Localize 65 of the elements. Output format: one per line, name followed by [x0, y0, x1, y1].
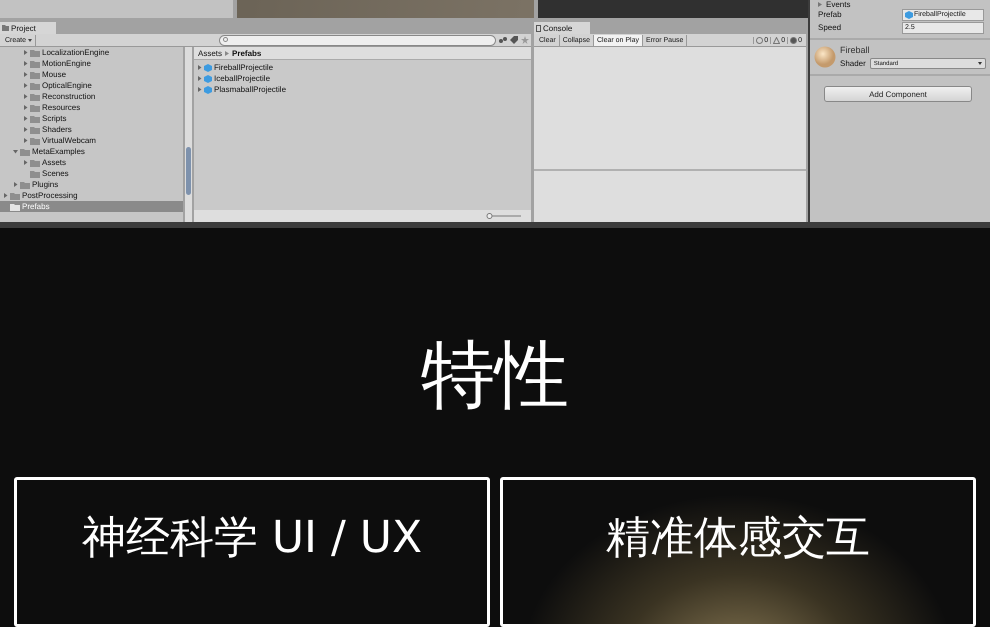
asset-item[interactable]: IceballProjectile: [194, 73, 531, 84]
add-component-button[interactable]: Add Component: [824, 86, 972, 102]
section-heading: 特性: [421, 338, 569, 412]
asset-item[interactable]: PlasmaballProjectile: [194, 84, 531, 95]
caret-icon: [28, 38, 32, 42]
slider-thumb[interactable]: [486, 213, 492, 219]
tree-item[interactable]: VirtualWebcam: [0, 135, 183, 146]
field-label: Prefab: [818, 10, 843, 19]
collapsed-arrow-icon[interactable]: [196, 87, 202, 92]
tree-item[interactable]: MotionEngine: [0, 58, 183, 69]
tree-item[interactable]: Reconstruction: [0, 91, 183, 102]
collapsed-arrow-icon[interactable]: [818, 2, 822, 6]
field-label: Speed: [818, 23, 842, 32]
search-field[interactable]: [219, 34, 496, 46]
collapsed-arrow-icon[interactable]: [22, 94, 28, 99]
scrollbar[interactable]: [185, 47, 192, 222]
project-tab[interactable]: Project: [0, 22, 56, 34]
tree-item[interactable]: Mouse: [0, 69, 183, 80]
zoom-slider[interactable]: [485, 213, 521, 219]
info-icon: [756, 36, 764, 44]
card-title: 神经科学 UI / UX: [82, 516, 422, 565]
collapsed-arrow-icon[interactable]: [22, 83, 28, 88]
tree-item[interactable]: MetaExamples: [0, 146, 183, 157]
card-title: 精准体感交互: [606, 516, 870, 565]
tree-item[interactable]: OpticalEngine: [0, 80, 183, 91]
tree-item[interactable]: LocalizationEngine: [0, 47, 183, 58]
collapsed-arrow-icon[interactable]: [22, 61, 28, 66]
tree-item[interactable]: Scenes: [0, 168, 183, 179]
collapsed-arrow-icon[interactable]: [22, 116, 28, 121]
folder-icon: [2, 25, 9, 31]
collapsed-arrow-icon[interactable]: [22, 105, 28, 110]
search-icon: [223, 37, 230, 43]
collapsed-arrow-icon[interactable]: [22, 160, 28, 165]
tree-item[interactable]: Plugins: [0, 179, 183, 190]
shader-label: Shader: [840, 59, 866, 68]
tree-item[interactable]: PostProcessing: [0, 190, 183, 201]
events-label[interactable]: Events: [826, 0, 850, 8]
collapsed-arrow-icon[interactable]: [22, 127, 28, 132]
tree-item[interactable]: Resources: [0, 102, 183, 113]
collapsed-arrow-icon[interactable]: [2, 193, 8, 198]
chevron-icon: [225, 50, 230, 56]
tree-item[interactable]: Shaders: [0, 124, 183, 135]
cube-icon: [905, 10, 913, 18]
console-tab[interactable]: Console: [534, 22, 590, 34]
collapsed-arrow-icon[interactable]: [22, 72, 28, 77]
material-name: Fireball: [840, 45, 871, 55]
tag-icon[interactable]: [510, 36, 518, 44]
tree-item[interactable]: Assets: [0, 157, 183, 168]
breadcrumb-item[interactable]: Prefabs: [232, 48, 262, 58]
expanded-arrow-icon[interactable]: [12, 149, 18, 154]
collapsed-arrow-icon[interactable]: [22, 138, 28, 143]
filter-icon[interactable]: [499, 36, 507, 44]
error-icon: [790, 36, 798, 44]
sphere-icon: [814, 46, 836, 68]
document-icon: [536, 24, 541, 32]
asset-item[interactable]: FireballProjectile: [194, 62, 531, 73]
tree-item[interactable]: Scripts: [0, 113, 183, 124]
collapsed-arrow-icon[interactable]: [22, 50, 28, 55]
breadcrumb-item[interactable]: Assets: [198, 48, 222, 58]
collapsed-arrow-icon[interactable]: [196, 65, 202, 70]
caret-icon: [978, 62, 982, 65]
collapsed-arrow-icon[interactable]: [196, 76, 202, 81]
warning-icon: [773, 36, 780, 44]
star-icon[interactable]: [521, 36, 529, 44]
collapsed-arrow-icon[interactable]: [12, 182, 18, 187]
